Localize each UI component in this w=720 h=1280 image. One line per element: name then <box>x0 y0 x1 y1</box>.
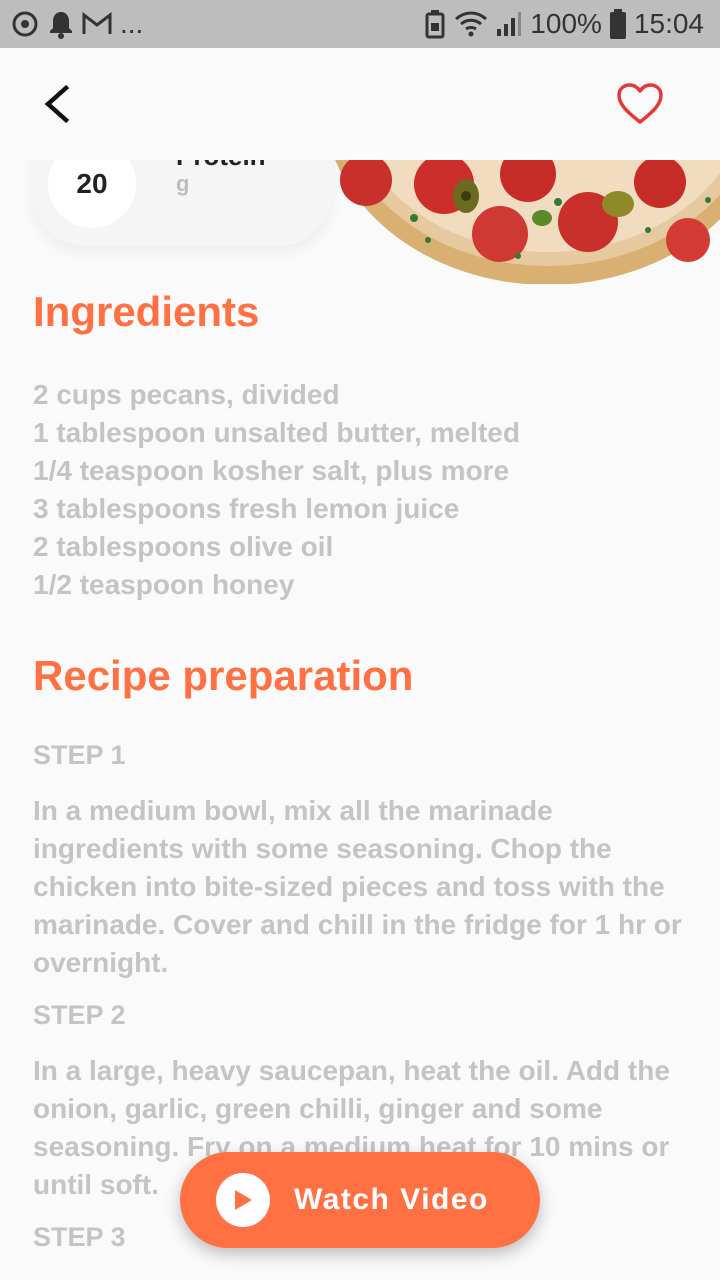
status-overflow-dots: ... <box>120 8 144 39</box>
status-bar: ... 100% 15:04 <box>0 0 720 48</box>
nutrient-value: 20 <box>48 160 136 228</box>
recipe-detail-content[interactable]: 20 Protein g Ingredients 2 cups pecans, … <box>0 160 720 1280</box>
ingredients-title: Ingredients <box>33 288 260 335</box>
step-label: STEP 2 <box>33 1000 126 1030</box>
watch-video-label: Watch Video <box>294 1183 489 1216</box>
ingredient-item: 1 tablespoon unsalted butter, melted <box>33 417 520 448</box>
clock: 15:04 <box>633 8 704 39</box>
ingredient-item: 1/2 teaspoon honey <box>33 569 295 600</box>
step-label: STEP 3 <box>33 1222 126 1252</box>
signal-icon <box>496 11 522 37</box>
pizza-image <box>318 160 720 284</box>
gmail-icon <box>82 12 112 36</box>
battery-icon <box>609 9 626 39</box>
sync-icon <box>10 9 40 39</box>
ingredient-item: 2 tablespoons olive oil <box>33 531 334 562</box>
status-bar-right: 100% 15:04 <box>424 8 704 40</box>
step-label: STEP 1 <box>33 740 126 770</box>
status-bar-left: ... <box>10 8 143 40</box>
favorite-button[interactable] <box>616 82 666 126</box>
nutrient-card: 20 Protein g <box>32 160 332 246</box>
ingredients-list: 2 cups pecans, divided 1 tablespoon unsa… <box>33 376 693 604</box>
heart-outline-icon <box>617 83 663 124</box>
watch-video-button[interactable]: Watch Video <box>180 1152 540 1248</box>
ingredient-item: 3 tablespoons fresh lemon juice <box>33 493 460 524</box>
play-icon <box>216 1173 270 1227</box>
ingredient-item: 2 cups pecans, divided <box>33 379 340 410</box>
preparation-title: Recipe preparation <box>33 652 414 699</box>
top-app-bar <box>0 48 720 160</box>
battery-saver-icon <box>424 9 446 39</box>
step-text: In a medium bowl, mix all the marinade i… <box>33 795 682 978</box>
back-arrow-icon <box>44 84 70 124</box>
wifi-icon <box>454 10 488 38</box>
back-button[interactable] <box>36 82 80 126</box>
nutrient-unit: g <box>176 171 190 196</box>
battery-percent: 100% <box>530 8 602 39</box>
notification-bell-icon <box>48 9 74 39</box>
ingredient-item: 1/4 teaspoon kosher salt, plus more <box>33 455 510 486</box>
